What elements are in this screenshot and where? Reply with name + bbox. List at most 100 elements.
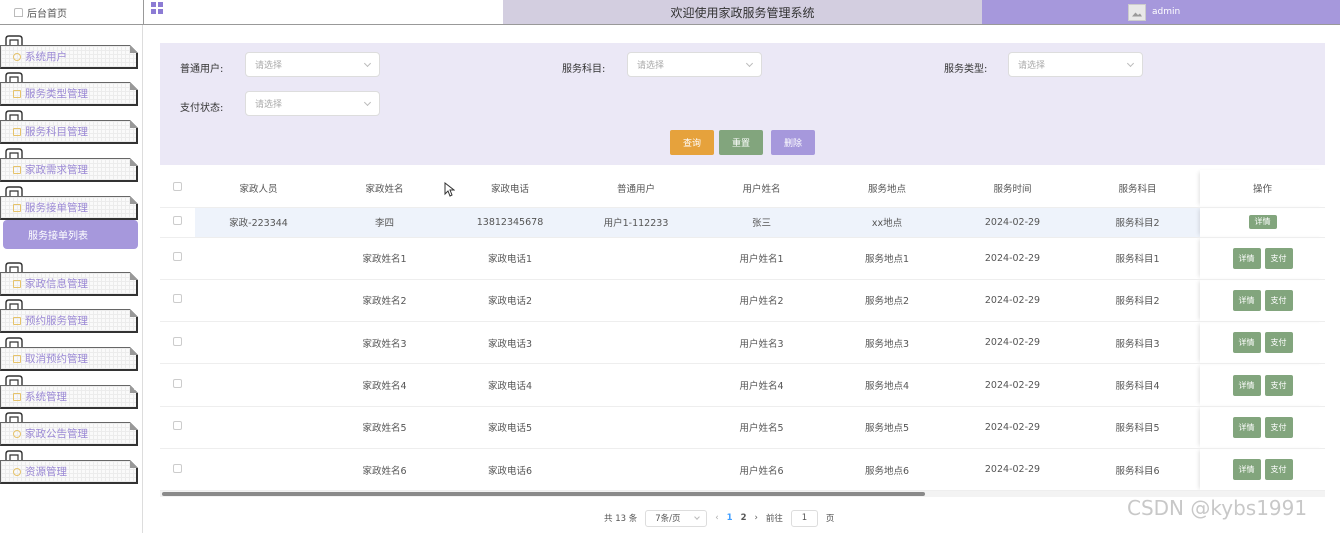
avatar-icon[interactable] [1128,3,1146,21]
horizontal-scrollbar[interactable] [162,492,925,496]
cell-location: 服务地点2 [824,279,950,323]
cell-name: 家政姓名6 [322,448,447,492]
pay-status-select[interactable]: 请选择 [245,91,380,116]
row-checkbox[interactable] [173,421,182,431]
sidebar-item-card[interactable]: 家政需求管理 [0,158,138,182]
delete-button[interactable]: 删除 [771,130,815,155]
pay-button[interactable]: 支付 [1264,247,1293,269]
sidebar-item[interactable]: 家政需求管理 [0,148,140,182]
type-select[interactable]: 请选择 [1008,52,1143,77]
row-select-cell[interactable] [160,406,195,449]
detail-button[interactable]: 详情 [1232,374,1261,396]
sidebar-item[interactable]: 服务类型管理 [0,72,140,106]
sidebar-item[interactable]: 家政公告管理 [0,412,140,446]
row-checkbox[interactable] [173,294,182,304]
doc-icon [13,165,21,174]
cell-subject: 服务科目1 [1075,237,1200,280]
pay-button[interactable]: 支付 [1264,374,1293,396]
sidebar-item-card[interactable]: 系统管理 [0,385,138,409]
table-row[interactable]: 家政-223344 李四 13812345678 用户1-112233 张三 xx地点 20… [160,207,1325,238]
pay-button[interactable]: 支付 [1264,416,1293,438]
chevron-down-icon [1126,59,1135,68]
cell-user [573,237,699,280]
detail-button[interactable]: 详情 [1232,289,1261,311]
col-header: 操作 [1200,170,1325,208]
sidebar-item[interactable]: 系统用户 [0,35,140,69]
select-all-cell[interactable] [160,170,195,208]
mouse-cursor-icon [444,182,455,197]
actions-cell: 详情 支付 [1200,406,1325,449]
table-row[interactable]: 家政姓名4 家政电话4 用户姓名4 服务地点4 2024-02-29 服务科目4 详情 支付 [160,363,1325,407]
sidebar-item[interactable]: 服务接单管理 [0,186,140,220]
page-unit: 页 [825,514,835,524]
row-select-cell[interactable] [160,448,195,492]
subject-filter-label: 服务科目: [562,64,606,75]
cell-time: 2024-02-29 [950,321,1075,365]
reset-button[interactable]: 重置 [719,130,763,155]
pay-button[interactable]: 支付 [1264,289,1293,311]
next-page-icon[interactable]: › [754,513,757,523]
sidebar-item[interactable]: 资源管理 [0,450,140,484]
sidebar-item[interactable]: 取消预约管理 [0,337,140,371]
sidebar-item[interactable]: 服务科目管理 [0,110,140,144]
detail-button[interactable]: 详情 [1248,215,1277,229]
prev-page-icon[interactable]: ‹ [715,513,718,523]
row-select-cell[interactable] [160,279,195,323]
row-checkbox[interactable] [173,379,182,389]
sidebar-item-card[interactable]: 服务接单管理 [0,196,138,220]
pay-filter-label: 支付状态: [180,103,224,114]
detail-button[interactable]: 详情 [1232,247,1261,269]
row-checkbox[interactable] [173,463,182,473]
sidebar-item-card[interactable]: 服务科目管理 [0,120,138,144]
sidebar-item[interactable]: 系统管理 [0,375,140,409]
subject-select[interactable]: 请选择 [627,52,762,77]
detail-button[interactable]: 详情 [1232,332,1261,354]
doc-icon [13,279,21,288]
table-row[interactable]: 家政姓名6 家政电话6 用户姓名6 服务地点6 2024-02-29 服务科目6 详情 支付 [160,448,1325,492]
goto-page-input[interactable]: 1 [790,509,818,527]
sidebar: 系统用户服务类型管理服务科目管理家政需求管理 服务接单管理 家政信息管理 预约服务管理… [0,25,143,533]
sidebar-subitem-order-list[interactable]: 服务接单列表 [3,220,138,249]
sidebar-item-label: 服务科目管理 [25,126,88,138]
sidebar-item-label: 家政公告管理 [25,428,88,440]
table-row[interactable]: 家政姓名3 家政电话3 用户姓名3 服务地点3 2024-02-29 服务科目3 详情 支付 [160,321,1325,365]
user-area[interactable]: admin [982,0,1340,24]
query-button[interactable]: 查询 [670,130,714,155]
sidebar-item[interactable]: 预约服务管理 [0,299,140,333]
detail-button[interactable]: 详情 [1232,459,1261,481]
row-select-cell[interactable] [160,237,195,280]
sidebar-item-card[interactable]: 资源管理 [0,460,138,484]
sidebar-item[interactable]: 家政信息管理 [0,262,140,296]
sidebar-item-card[interactable]: 家政公告管理 [0,422,138,446]
pay-button[interactable]: 支付 [1264,459,1293,481]
chevron-down-icon [745,59,754,68]
table-row[interactable]: 家政姓名5 家政电话5 用户姓名5 服务地点5 2024-02-29 服务科目5 详情 支付 [160,406,1325,449]
row-select-cell[interactable] [160,207,195,238]
detail-button[interactable]: 详情 [1232,416,1261,438]
sidebar-item-card[interactable]: 服务类型管理 [0,82,138,106]
watermark: CSDN @kybs1991 [1127,496,1308,520]
sidebar-item-card[interactable]: 预约服务管理 [0,309,138,333]
row-select-cell[interactable] [160,321,195,365]
user-select[interactable]: 请选择 [245,52,380,77]
sidebar-item-card[interactable]: 系统用户 [0,45,138,69]
table-header: 家政人员 家政姓名 家政电话 普通用户 用户姓名 服务地点 服务时间 服务科目 … [160,170,1325,208]
page-size-select[interactable]: 7条/页 [645,509,708,527]
table-row[interactable]: 家政姓名1 家政电话1 用户姓名1 服务地点1 2024-02-29 服务科目1 详情 支付 [160,237,1325,280]
grid-menu-icon[interactable] [151,2,163,14]
row-checkbox[interactable] [173,252,182,262]
table-row[interactable]: 家政姓名2 家政电话2 用户姓名2 服务地点2 2024-02-29 服务科目2 详情 支付 [160,279,1325,323]
row-checkbox[interactable] [173,216,182,225]
sidebar-item-card[interactable]: 取消预约管理 [0,347,138,371]
sidebar-item-label: 资源管理 [25,466,67,478]
pay-button[interactable]: 支付 [1264,332,1293,354]
col-header: 用户姓名 [699,170,824,208]
select-all-checkbox[interactable] [173,182,182,192]
cell-name: 李四 [322,207,447,238]
page-1[interactable]: 1 [727,513,733,523]
row-checkbox[interactable] [173,336,182,346]
page-2[interactable]: 2 [741,513,747,523]
row-select-cell[interactable] [160,363,195,407]
sidebar-item-card[interactable]: 家政信息管理 [0,272,138,296]
home-link[interactable]: 后台首页 [0,0,140,24]
